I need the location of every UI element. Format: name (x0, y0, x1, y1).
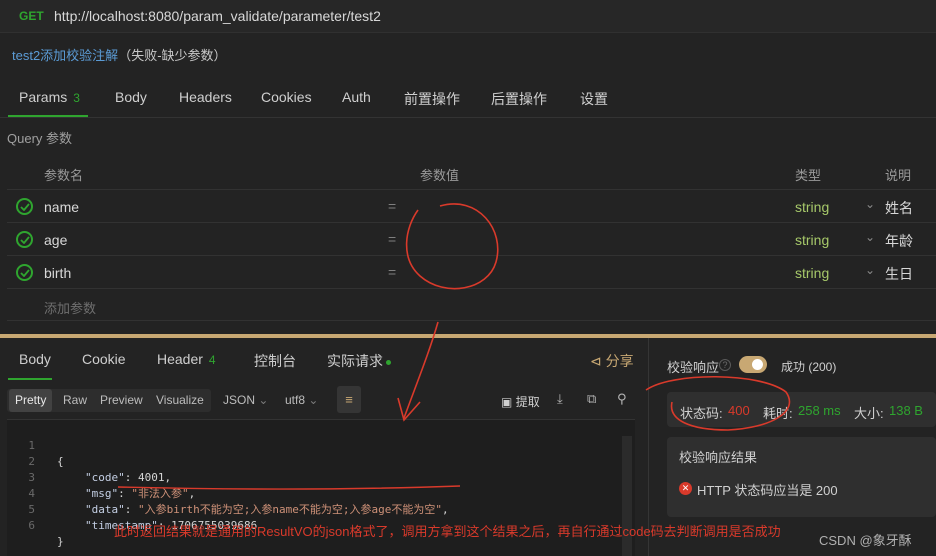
code-text: "msg": "非法入参", (85, 487, 196, 500)
wrap-lines-icon[interactable]: ≡ (337, 386, 361, 413)
status-code-value: 400 (728, 403, 750, 418)
code-text: { (57, 455, 64, 468)
params-table: 参数名 参数值 类型 说明 name = string ⌄ 姓名 age = s… (7, 156, 936, 321)
chevron-down-icon[interactable]: ⌄ (865, 230, 875, 244)
equals-sign: = (388, 231, 397, 247)
col-header-name: 参数名 (44, 168, 84, 183)
copy-icon[interactable]: ⧉ (587, 391, 596, 407)
tab-pre-processors[interactable]: 前置操作 (404, 89, 460, 109)
chevron-down-icon[interactable]: ⌄ (865, 263, 875, 277)
equals-sign: = (388, 198, 397, 214)
tab-response-cookie[interactable]: Cookie (82, 351, 126, 367)
param-name[interactable]: birth (44, 265, 71, 281)
chevron-down-icon[interactable]: ⌄ (865, 197, 875, 211)
view-mode-group: Pretty Raw Preview Visualize (7, 389, 211, 412)
tab-settings[interactable]: 设置 (580, 89, 608, 109)
response-size-label: 大小: (854, 406, 884, 421)
view-pretty[interactable]: Pretty (9, 389, 53, 412)
toggle-knob (752, 359, 763, 370)
error-icon: ✕ (679, 482, 692, 495)
add-param-placeholder[interactable]: 添加参数 (44, 298, 96, 317)
code-text: "code": 4001, (85, 471, 172, 484)
param-name[interactable]: name (44, 199, 79, 215)
params-count-badge: 3 (73, 91, 80, 105)
param-description[interactable]: 姓名 (885, 198, 913, 218)
col-header-value: 参数值 (420, 168, 460, 183)
tab-params[interactable]: Params 3 (19, 89, 80, 105)
status-dot (386, 359, 391, 365)
code-text: "data": "入参birth不能为空;入参name不能为空;入参age不能为… (85, 503, 449, 516)
view-visualize[interactable]: Visualize (150, 389, 210, 412)
tab-response-body[interactable]: Body (19, 351, 51, 367)
tab-post-processors[interactable]: 后置操作 (491, 89, 547, 109)
chevron-down-icon: ⌄ (258, 393, 269, 407)
code-line: 1 { (7, 422, 63, 468)
param-name[interactable]: age (44, 232, 67, 248)
equals-sign: = (388, 264, 397, 280)
col-header-type: 类型 (795, 168, 822, 183)
request-tabs: Params 3 Body Headers Cookies Auth 前置操作 后… (0, 78, 936, 118)
param-row: name = string ⌄ 姓名 (7, 189, 936, 222)
extract-button[interactable]: ▣ 提取 (501, 393, 540, 410)
request-note: （失败-缺少参数） (118, 48, 227, 63)
request-url[interactable]: http://localhost:8080/param_validate/par… (54, 8, 381, 24)
active-tab-indicator (8, 378, 52, 380)
code-line: 3 "msg": "非法入参", (7, 454, 195, 500)
tab-actual-request[interactable]: 实际请求 (327, 351, 391, 371)
pane-splitter[interactable] (0, 334, 936, 338)
code-line: 4 "data": "入参birth不能为空;入参name不能为空;入参age不… (7, 470, 448, 516)
enabled-checkbox[interactable] (16, 198, 33, 215)
chevron-down-icon: ⌄ (308, 393, 319, 407)
code-text: } (57, 535, 64, 548)
header-count-badge: 4 (208, 353, 216, 367)
param-type-select[interactable]: string (795, 232, 829, 248)
tab-response-header[interactable]: Header 4 (157, 351, 216, 367)
param-type-select[interactable]: string (795, 265, 829, 281)
code-line: 2 "code": 4001, (7, 438, 171, 484)
request-description: test2添加校验注解（失败-缺少参数） (12, 45, 227, 64)
param-description[interactable]: 生日 (885, 264, 913, 284)
enabled-checkbox[interactable] (16, 264, 33, 281)
extract-icon: ▣ (501, 395, 513, 409)
request-name: test2添加校验注解 (12, 48, 119, 63)
annotation-arrowhead (397, 397, 421, 422)
enabled-checkbox[interactable] (16, 231, 33, 248)
response-size-value: 138 B (889, 403, 923, 418)
param-type-select[interactable]: string (795, 199, 829, 215)
http-method-badge[interactable]: GET (19, 9, 44, 23)
view-preview[interactable]: Preview (94, 389, 149, 412)
download-icon[interactable]: ⤓ (557, 391, 563, 407)
code-line: 5 "timestamp": 1706755039686 (7, 486, 257, 532)
tab-console[interactable]: 控制台 (254, 351, 296, 371)
param-row: birth = string ⌄ 生日 (7, 255, 936, 288)
active-tab-indicator (8, 115, 88, 117)
tab-body[interactable]: Body (115, 89, 147, 105)
tab-cookies[interactable]: Cookies (261, 89, 312, 105)
share-button[interactable]: ⊲ 分享 (590, 351, 634, 371)
response-time-label: 耗时: (763, 406, 793, 421)
verify-result-title: 校验响应结果 (679, 450, 758, 465)
tab-headers[interactable]: Headers (179, 89, 232, 105)
line-number: 6 (28, 519, 35, 532)
code-line: 6 } (7, 502, 63, 548)
search-icon[interactable]: ⚲ (617, 391, 627, 407)
verify-result-message: HTTP 状态码应当是 200 (697, 483, 838, 498)
watermark: CSDN @象牙酥 (819, 533, 912, 548)
annotation-text: 此时返回结果就是通用的ResultVO的json格式了，调用方拿到这个结果之后，… (114, 524, 781, 539)
expected-status-select[interactable]: 成功 (200) (781, 358, 836, 375)
add-param-row[interactable]: 添加参数 (7, 288, 936, 321)
status-code-label: 状态码: (680, 406, 723, 421)
param-row: age = string ⌄ 年龄 (7, 222, 936, 255)
share-icon: ⊲ (590, 353, 602, 369)
param-description[interactable]: 年龄 (885, 231, 913, 251)
query-params-label: Query 参数 (7, 131, 73, 146)
format-select[interactable]: JSON ⌄ (223, 393, 268, 407)
verify-response-label: 校验响应 (667, 360, 720, 375)
view-raw[interactable]: Raw (57, 389, 93, 412)
response-time-value: 258 ms (798, 403, 841, 418)
col-header-desc: 说明 (885, 168, 912, 183)
tab-auth[interactable]: Auth (342, 89, 371, 105)
encoding-select[interactable]: utf8 ⌄ (285, 393, 318, 407)
help-icon[interactable]: ? (719, 359, 731, 371)
